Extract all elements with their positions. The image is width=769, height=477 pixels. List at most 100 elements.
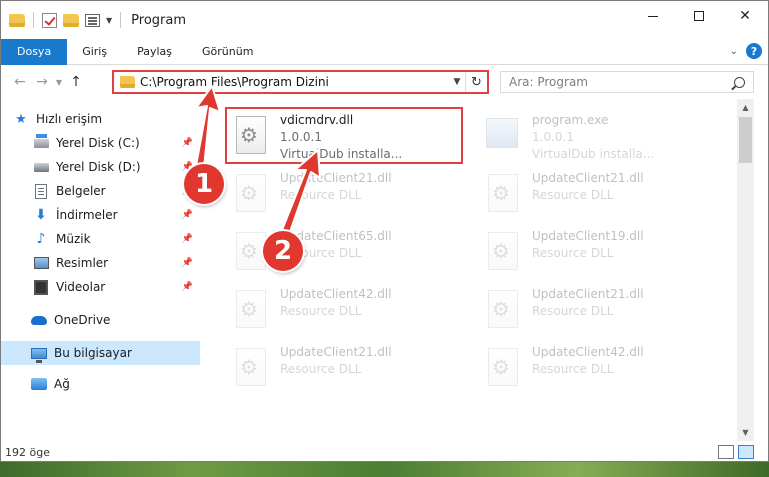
customize-list-icon[interactable] <box>85 13 100 27</box>
sidebar-item-label: İndirmeler <box>56 208 118 222</box>
pictures-icon <box>33 257 49 269</box>
dll-gear-icon <box>236 232 266 270</box>
status-bar: 192 öge <box>1 441 768 461</box>
details-view-icon[interactable] <box>718 445 734 459</box>
file-tile[interactable]: UpdateClient21.dll Resource DLL <box>478 169 718 223</box>
sidebar-item-network[interactable]: Ağ <box>31 372 201 396</box>
window-controls: ✕ <box>630 1 768 31</box>
sidebar-item-label: Bu bilgisayar <box>54 346 132 360</box>
sidebar-item-label: Müzik <box>56 232 91 246</box>
pin-icon[interactable]: 📌 <box>182 282 193 292</box>
dll-gear-icon <box>488 232 518 270</box>
close-button[interactable]: ✕ <box>722 1 768 31</box>
dll-gear-icon <box>236 174 266 212</box>
sidebar-item-label: Ağ <box>54 377 70 391</box>
refresh-icon[interactable]: ↻ <box>465 72 487 92</box>
new-folder-icon[interactable] <box>63 13 79 27</box>
dll-gear-icon <box>488 348 518 386</box>
callout-step-2: 2 <box>263 231 303 271</box>
ribbon-right-controls: ⌄ ? <box>730 43 762 59</box>
folder-icon <box>9 13 25 27</box>
file-tile[interactable]: UpdateClient19.dll Resource DLL <box>478 227 718 281</box>
downloads-icon: ⬇ <box>35 207 47 223</box>
videos-icon <box>34 279 48 295</box>
file-tile[interactable]: UpdateClient42.dll Resource DLL <box>226 285 466 339</box>
sidebar-item-documents[interactable]: Belgeler 📌 <box>33 179 201 203</box>
file-tile[interactable]: UpdateClient65.dll Resource DLL <box>226 227 466 281</box>
search-icon[interactable] <box>734 76 745 88</box>
sidebar-item-pictures[interactable]: Resimler 📌 <box>33 251 201 275</box>
pin-icon[interactable]: 📌 <box>182 210 193 220</box>
file-name: UpdateClient21.dll <box>280 345 392 359</box>
view-switcher <box>718 445 754 459</box>
expand-ribbon-icon[interactable]: ⌄ <box>730 46 738 57</box>
file-version: 1.0.0.1 <box>532 130 574 144</box>
minimize-icon <box>648 15 658 17</box>
recent-locations-dropdown-icon[interactable]: ▼ <box>53 78 65 87</box>
minimize-button[interactable] <box>630 1 676 31</box>
dll-gear-icon <box>488 290 518 328</box>
file-name: program.exe <box>532 113 609 127</box>
back-arrow-icon[interactable]: ← <box>9 74 31 90</box>
properties-check-icon[interactable] <box>42 12 57 28</box>
tab-view[interactable]: Görünüm <box>187 39 268 65</box>
sidebar-item-music[interactable]: ♪ Müzik 📌 <box>33 227 201 251</box>
star-icon: ★ <box>15 111 27 127</box>
cloud-icon <box>31 315 47 325</box>
sidebar-item-onedrive[interactable]: OneDrive <box>31 308 201 332</box>
qat-dropdown-icon[interactable]: ▼ <box>106 16 112 25</box>
sidebar-item-videos[interactable]: Videolar 📌 <box>33 275 201 299</box>
address-path[interactable]: C:\Program Files\Program Dizini <box>140 75 449 89</box>
file-name: UpdateClient21.dll <box>532 287 644 301</box>
maximize-button[interactable] <box>676 1 722 31</box>
sidebar-item-quick-access[interactable]: ★ Hızlı erişim <box>13 107 213 131</box>
tab-file[interactable]: Dosya <box>1 38 68 65</box>
sidebar-item-local-disk-c[interactable]: Yerel Disk (C:) 📌 <box>33 131 201 155</box>
sidebar-item-label: Belgeler <box>56 184 106 198</box>
pin-icon[interactable]: 📌 <box>182 138 193 148</box>
scrollbar-thumb[interactable] <box>739 117 752 163</box>
title-bar: ▼ Program ✕ <box>1 1 768 39</box>
tiles-view-icon[interactable] <box>738 445 754 459</box>
navigation-pane: ★ Hızlı erişim Yerel Disk (C:) 📌 Yerel D… <box>1 99 206 439</box>
pin-icon[interactable]: 📌 <box>182 258 193 268</box>
file-tile[interactable]: UpdateClient21.dll Resource DLL <box>478 285 718 339</box>
file-description: Resource DLL <box>532 304 614 318</box>
toolbar-divider <box>33 12 34 28</box>
sidebar-item-label: Hızlı erişim <box>36 112 103 126</box>
windows-disk-icon <box>33 133 49 148</box>
file-tile[interactable]: UpdateClient21.dll Resource DLL <box>226 343 466 397</box>
file-highlight-box <box>225 107 463 164</box>
tab-home[interactable]: Giriş <box>67 39 122 65</box>
help-icon[interactable]: ? <box>746 43 762 59</box>
pin-icon[interactable]: 📌 <box>182 234 193 244</box>
dll-gear-icon <box>488 174 518 212</box>
file-name: UpdateClient42.dll <box>280 287 392 301</box>
file-tile[interactable]: UpdateClient21.dll Resource DLL <box>226 169 466 223</box>
address-dropdown-icon[interactable]: ▼ <box>449 77 465 87</box>
up-arrow-icon[interactable]: ↑ <box>65 74 87 90</box>
disk-icon <box>33 162 49 172</box>
sidebar-item-label: Resimler <box>56 256 109 270</box>
file-name: UpdateClient21.dll <box>532 171 644 185</box>
sidebar-item-local-disk-d[interactable]: Yerel Disk (D:) 📌 <box>33 155 201 179</box>
scroll-down-icon[interactable]: ▼ <box>737 424 754 441</box>
ribbon-tabs: Dosya Giriş Paylaş Görünüm ⌄ ? <box>1 38 768 65</box>
tab-share[interactable]: Paylaş <box>122 39 187 65</box>
sidebar-item-downloads[interactable]: ⬇ İndirmeler 📌 <box>33 203 201 227</box>
forward-arrow-icon[interactable]: → <box>31 74 53 90</box>
close-icon: ✕ <box>739 8 751 24</box>
documents-icon <box>35 183 47 199</box>
file-tile-program-exe[interactable]: program.exe 1.0.0.1 VirtualDub installa.… <box>478 111 718 165</box>
search-placeholder: Ara: Program <box>509 75 588 89</box>
file-description: Resource DLL <box>280 304 362 318</box>
quick-access-toolbar: ▼ <box>1 12 123 28</box>
address-bar[interactable]: C:\Program Files\Program Dizini ▼ ↻ <box>112 70 489 94</box>
file-name: UpdateClient21.dll <box>280 171 392 185</box>
item-count: 192 öge <box>5 445 50 459</box>
file-tile[interactable]: UpdateClient42.dll Resource DLL <box>478 343 718 397</box>
search-box[interactable]: Ara: Program <box>500 71 754 93</box>
scroll-up-icon[interactable]: ▲ <box>737 99 754 116</box>
vertical-scrollbar[interactable]: ▲ ▼ <box>737 99 754 441</box>
sidebar-item-this-pc[interactable]: Bu bilgisayar <box>1 341 200 365</box>
